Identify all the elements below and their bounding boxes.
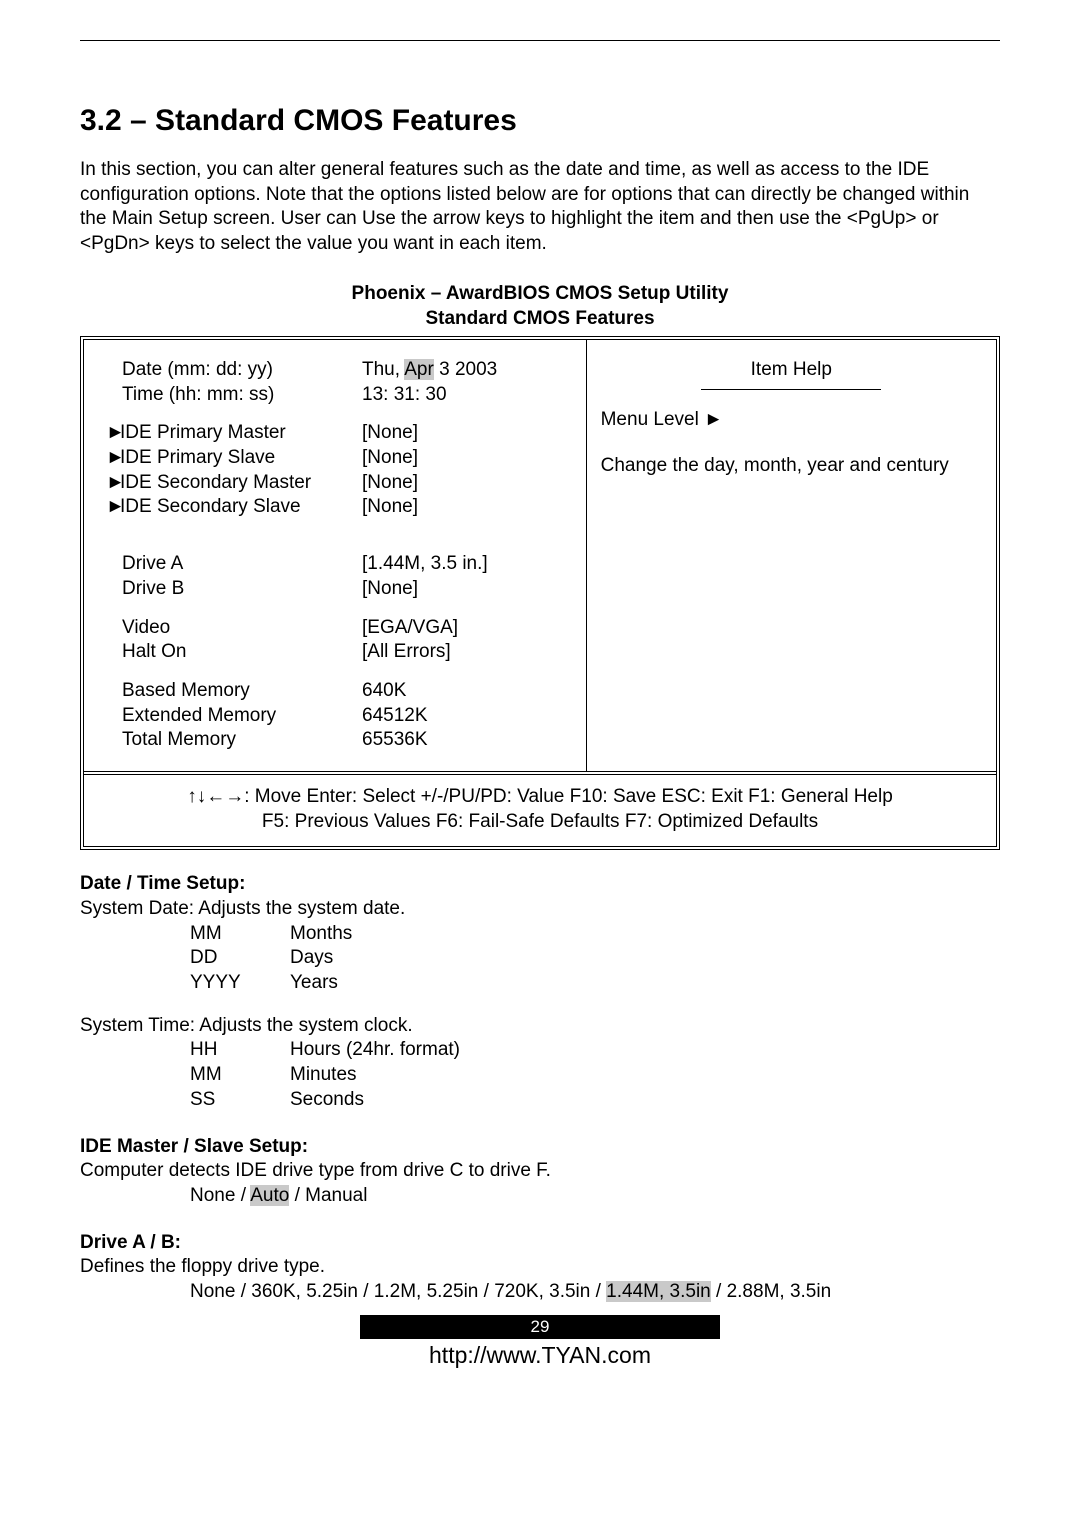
item-help-title: Item Help bbox=[601, 358, 982, 383]
kv-val: Hours (24hr. format) bbox=[290, 1038, 1000, 1063]
kv-key: HH bbox=[190, 1038, 290, 1063]
kv-key: SS bbox=[190, 1088, 290, 1113]
bios-box: Date (mm: dd: yy) Thu, Apr 3 2003 Time (… bbox=[80, 336, 1000, 850]
drive-a-value[interactable]: [1.44M, 3.5 in.] bbox=[362, 552, 566, 577]
kv-val: Days bbox=[290, 946, 1000, 971]
ext-mem-value: 64512K bbox=[362, 704, 566, 729]
section-heading: 3.2 – Standard CMOS Features bbox=[80, 101, 1000, 140]
footer-line1: ↑↓←→: Move Enter: Select +/-/PU/PD: Valu… bbox=[92, 785, 988, 810]
ide-ps-value: [None] bbox=[362, 446, 566, 471]
ide-sm-value: [None] bbox=[362, 471, 566, 496]
submenu-icon: ► bbox=[106, 495, 120, 520]
ide-opt-highlight: Auto bbox=[250, 1185, 289, 1206]
item-help-rule bbox=[701, 389, 881, 390]
date-pre: Thu, bbox=[362, 359, 404, 380]
menu-level: Menu Level ► bbox=[601, 408, 982, 433]
halt-label: Halt On bbox=[122, 640, 362, 665]
bios-footer: ↑↓←→: Move Enter: Select +/-/PU/PD: Valu… bbox=[84, 775, 996, 846]
date-value[interactable]: Thu, Apr 3 2003 bbox=[362, 358, 566, 383]
drive-a-label: Drive A bbox=[122, 552, 362, 577]
drive-opt-highlight: 1.44M, 3.5in bbox=[606, 1281, 711, 1302]
bios-left-panel: Date (mm: dd: yy) Thu, Apr 3 2003 Time (… bbox=[84, 340, 586, 771]
drive-b-value[interactable]: [None] bbox=[362, 577, 566, 602]
ide-primary-slave[interactable]: ►IDE Primary Slave bbox=[122, 446, 362, 471]
drive-desc: Defines the floppy drive type. bbox=[80, 1255, 1000, 1280]
page-number-wrap: 29 bbox=[80, 1315, 1000, 1340]
submenu-icon: ► bbox=[106, 471, 120, 496]
ide-desc: Computer detects IDE drive type from dri… bbox=[80, 1159, 1000, 1184]
drive-section: Drive A / B: Defines the floppy drive ty… bbox=[80, 1231, 1000, 1305]
ide-section: IDE Master / Slave Setup: Computer detec… bbox=[80, 1135, 1000, 1209]
time-desc: System Time: Adjusts the system clock. bbox=[80, 1014, 1000, 1039]
kv-val: Seconds bbox=[290, 1088, 1000, 1113]
date-time-heading: Date / Time Setup: bbox=[80, 873, 245, 894]
kv-key: YYYY bbox=[190, 971, 290, 996]
intro-paragraph: In this section, you can alter general f… bbox=[80, 158, 1000, 257]
page-number: 29 bbox=[360, 1315, 720, 1339]
bios-title-line2: Standard CMOS Features bbox=[80, 306, 1000, 332]
base-mem-label: Based Memory bbox=[122, 679, 362, 704]
ide-secondary-slave[interactable]: ►IDE Secondary Slave bbox=[122, 495, 362, 520]
submenu-icon: ► bbox=[106, 421, 120, 446]
ext-mem-label: Extended Memory bbox=[122, 704, 362, 729]
item-help-text: Change the day, month, year and century bbox=[601, 454, 982, 479]
date-desc: System Date: Adjusts the system date. bbox=[80, 897, 1000, 922]
bios-top-area: Date (mm: dd: yy) Thu, Apr 3 2003 Time (… bbox=[84, 340, 996, 775]
submenu-icon: ► bbox=[106, 446, 120, 471]
date-time-section: Date / Time Setup: System Date: Adjusts … bbox=[80, 872, 1000, 1112]
top-rule bbox=[80, 40, 1000, 41]
kv-key: MM bbox=[190, 1063, 290, 1088]
kv-val: Months bbox=[290, 922, 1000, 947]
footer-line2: F5: Previous Values F6: Fail-Safe Defaul… bbox=[92, 810, 988, 835]
total-mem-label: Total Memory bbox=[122, 728, 362, 753]
ide-pm-value: [None] bbox=[362, 421, 566, 446]
time-label: Time (hh: mm: ss) bbox=[122, 383, 362, 408]
base-mem-value: 640K bbox=[362, 679, 566, 704]
ide-heading: IDE Master / Slave Setup: bbox=[80, 1136, 308, 1157]
ide-options: None / Auto / Manual bbox=[190, 1184, 1000, 1209]
kv-val: Years bbox=[290, 971, 1000, 996]
drive-heading: Drive A / B: bbox=[80, 1232, 181, 1253]
kv-key: MM bbox=[190, 922, 290, 947]
ide-ss-value: [None] bbox=[362, 495, 566, 520]
video-value[interactable]: [EGA/VGA] bbox=[362, 616, 566, 641]
bios-title-line1: Phoenix – AwardBIOS CMOS Setup Utility bbox=[80, 281, 1000, 307]
ide-secondary-master[interactable]: ►IDE Secondary Master bbox=[122, 471, 362, 496]
date-post: 3 2003 bbox=[434, 359, 497, 380]
time-value[interactable]: 13: 31: 30 bbox=[362, 383, 566, 408]
footer-url: http://www.TYAN.com bbox=[80, 1341, 1000, 1371]
ide-primary-master[interactable]: ►IDE Primary Master bbox=[122, 421, 362, 446]
date-highlight: Apr bbox=[404, 359, 434, 380]
total-mem-value: 65536K bbox=[362, 728, 566, 753]
video-label: Video bbox=[122, 616, 362, 641]
drive-b-label: Drive B bbox=[122, 577, 362, 602]
date-label: Date (mm: dd: yy) bbox=[122, 358, 362, 383]
kv-val: Minutes bbox=[290, 1063, 1000, 1088]
drive-options: None / 360K, 5.25in / 1.2M, 5.25in / 720… bbox=[190, 1280, 1000, 1305]
halt-value[interactable]: [All Errors] bbox=[362, 640, 566, 665]
kv-key: DD bbox=[190, 946, 290, 971]
bios-right-panel: Item Help Menu Level ► Change the day, m… bbox=[586, 340, 996, 771]
